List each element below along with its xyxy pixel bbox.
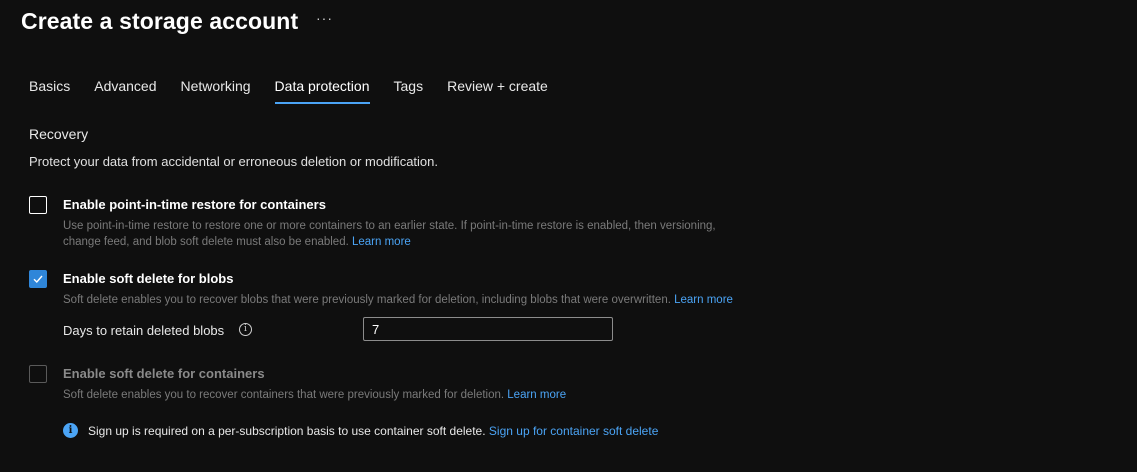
tab-tags[interactable]: Tags: [394, 78, 424, 102]
soft-delete-containers-label: Enable soft delete for containers: [63, 366, 265, 381]
more-options-icon[interactable]: ···: [316, 10, 333, 26]
retain-days-input[interactable]: [363, 317, 613, 341]
point-in-time-restore-label: Enable point-in-time restore for contain…: [63, 197, 326, 212]
section-description: Protect your data from accidental or err…: [29, 154, 438, 169]
info-circle-icon: i: [63, 423, 78, 438]
retain-days-label: Days to retain deleted blobs: [63, 323, 225, 338]
soft-delete-containers-learn-more-link[interactable]: Learn more: [507, 389, 566, 401]
point-in-time-restore-help-line2: change feed, and blob soft delete must a…: [63, 236, 349, 248]
soft-delete-blobs-help: Soft delete enables you to recover blobs…: [63, 292, 763, 308]
soft-delete-blobs-learn-more-link[interactable]: Learn more: [674, 294, 733, 306]
soft-delete-containers-checkbox[interactable]: [29, 365, 47, 383]
soft-delete-containers-help-text: Soft delete enables you to recover conta…: [63, 389, 505, 401]
soft-delete-blobs-label: Enable soft delete for blobs: [63, 271, 234, 286]
info-banner: Sign up is required on a per-subscriptio…: [88, 424, 658, 438]
tab-basics[interactable]: Basics: [29, 78, 70, 102]
create-storage-account-page: Create a storage account ··· Basics Adva…: [0, 0, 1137, 472]
soft-delete-blobs-help-text: Soft delete enables you to recover blobs…: [63, 294, 671, 306]
point-in-time-restore-help-line1: Use point-in-time restore to restore one…: [63, 220, 716, 232]
soft-delete-blobs-checkbox[interactable]: [29, 270, 47, 288]
section-title-recovery: Recovery: [29, 126, 89, 142]
point-in-time-restore-checkbox[interactable]: [29, 196, 47, 214]
checkmark-icon: [33, 275, 43, 284]
info-icon[interactable]: i: [239, 323, 252, 336]
tab-review-create[interactable]: Review + create: [447, 78, 548, 102]
tab-bar: Basics Advanced Networking Data protecti…: [29, 78, 572, 104]
info-banner-text: Sign up is required on a per-subscriptio…: [88, 424, 486, 438]
soft-delete-containers-help: Soft delete enables you to recover conta…: [63, 387, 763, 403]
tab-data-protection[interactable]: Data protection: [274, 78, 370, 104]
point-in-time-restore-learn-more-link[interactable]: Learn more: [352, 236, 411, 248]
point-in-time-restore-help: Use point-in-time restore to restore one…: [63, 218, 763, 250]
tab-networking[interactable]: Networking: [181, 78, 251, 102]
sign-up-container-soft-delete-link[interactable]: Sign up for container soft delete: [489, 424, 658, 438]
tab-advanced[interactable]: Advanced: [94, 78, 156, 102]
page-title: Create a storage account: [21, 8, 299, 34]
